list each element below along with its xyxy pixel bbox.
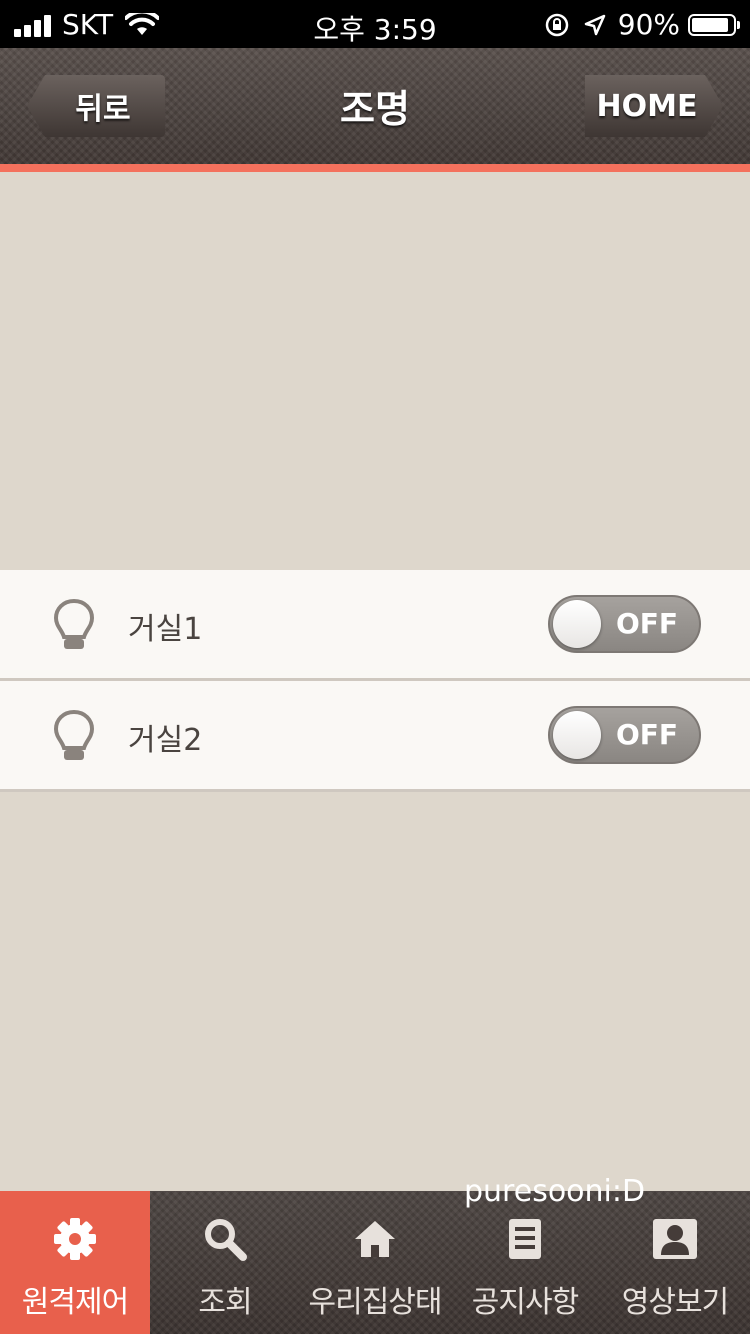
location-icon [584,14,606,35]
search-icon [205,1219,247,1261]
tab-label: 조회 [198,1285,252,1320]
toggle-state: OFF [616,607,679,640]
document-icon [509,1219,541,1259]
list-item-light-1: 거실1 OFF [0,570,750,681]
battery-fill [692,17,728,32]
gear-icon [54,1218,96,1260]
battery-percent: 90% [617,8,680,41]
tab-notices[interactable]: 공지사항 [450,1191,600,1334]
light-bulb-icon [53,598,95,649]
person-icon [653,1219,697,1259]
tab-label: 원격제어 [21,1285,129,1320]
light-toggle[interactable]: OFF [548,595,701,653]
tab-bar: 원격제어 조회 우리집상태 공지사항 영상보기 [0,1191,750,1334]
list-item-light-2: 거실2 OFF [0,681,750,792]
tab-label: 공지사항 [471,1285,579,1320]
tab-remote-control[interactable]: 원격제어 [0,1191,150,1334]
status-right: 90% [544,8,740,41]
tab-label: 영상보기 [621,1285,729,1320]
light-bulb-icon [53,709,95,760]
tab-search[interactable]: 조회 [150,1191,300,1334]
header-accent-bar [0,164,750,172]
tab-label: 우리집상태 [308,1285,443,1320]
tab-video[interactable]: 영상보기 [600,1191,750,1334]
light-label: 거실1 [128,612,203,647]
house-icon [355,1221,395,1257]
toggle-knob [553,711,601,759]
toggle-knob [553,600,601,648]
tab-home-status[interactable]: 우리집상태 [300,1191,450,1334]
watermark-text: puresooni:D [464,1174,646,1209]
orientation-lock-icon [545,13,569,36]
status-bar: SKT 오후 3:59 90% [0,0,750,48]
header: 뒤로 조명 HOME [0,48,750,164]
home-button[interactable]: HOME [585,75,723,137]
light-label: 거실2 [128,723,203,758]
light-toggle[interactable]: OFF [548,706,701,764]
toggle-state: OFF [616,718,679,751]
battery-icon [688,13,740,36]
